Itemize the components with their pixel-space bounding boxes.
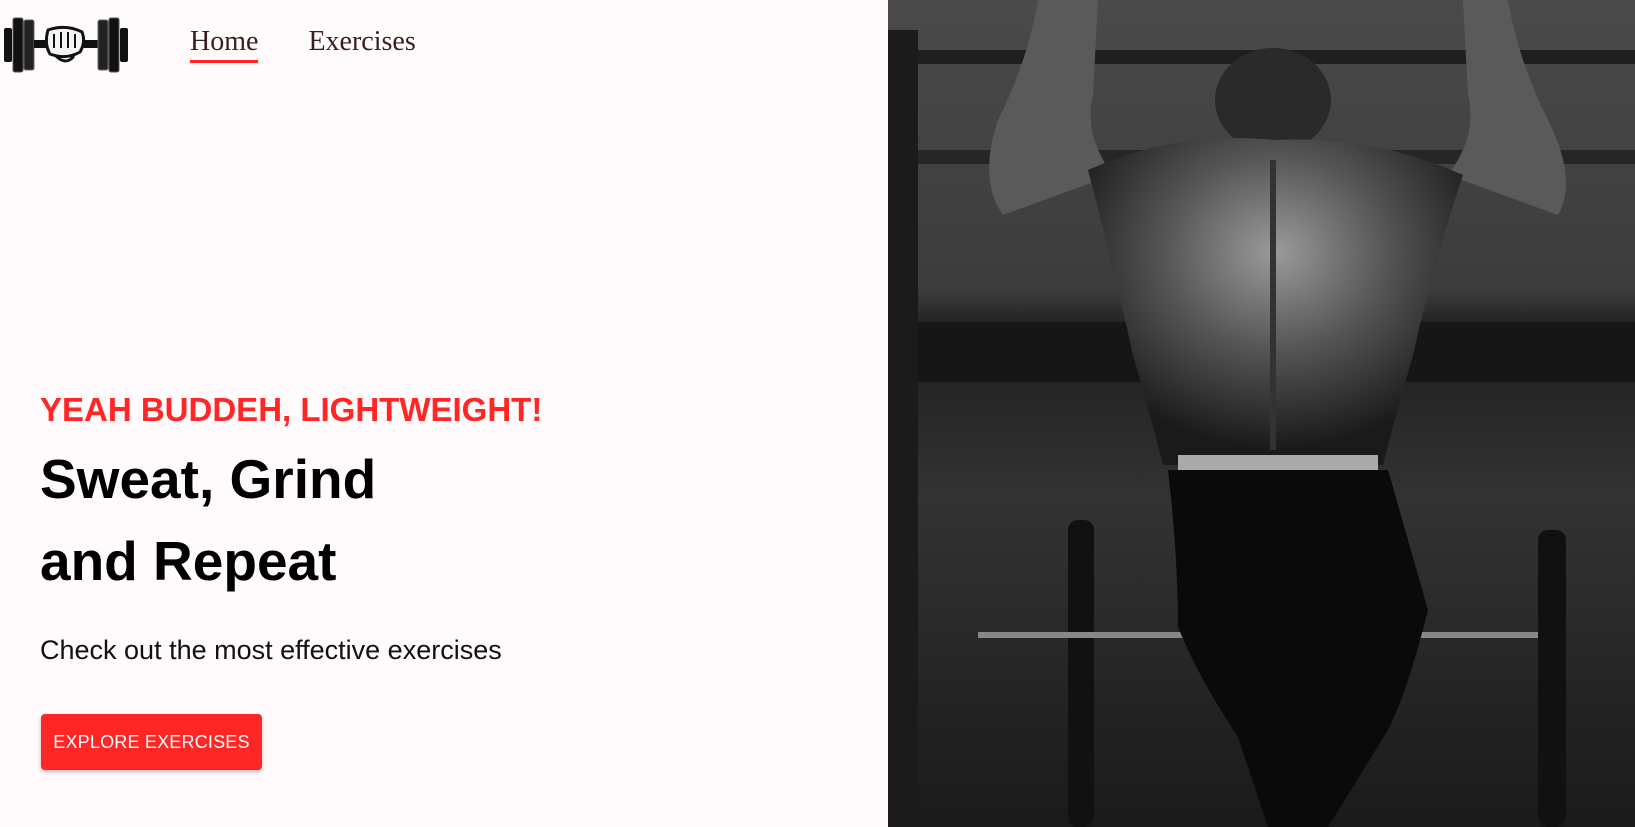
hero-section: YEAH BUDDEH, LIGHTWEIGHT! Sweat, Grind a… [40,390,800,668]
nav-link-exercises[interactable]: Exercises [308,26,415,63]
nav-link-home[interactable]: Home [190,26,259,63]
hero-tagline: YEAH BUDDEH, LIGHTWEIGHT! [40,391,543,428]
hero-headline: Sweat, Grind and Repeat [40,438,800,602]
explore-exercises-button[interactable]: EXPLORE EXERCISES [41,714,262,770]
hero-headline-line2: and Repeat [40,530,337,592]
hero-headline-line1: Sweat, Grind [40,448,377,510]
dumbbell-fist-icon[interactable] [2,12,130,76]
athlete-pullup-photo [888,0,1635,827]
hero-subtext: Check out the most effective exercises [40,635,502,665]
page: Home Exercises YEAH BUDDEH, LIGHTWEIGHT!… [0,0,1635,827]
main-nav: Home Exercises [190,26,416,63]
